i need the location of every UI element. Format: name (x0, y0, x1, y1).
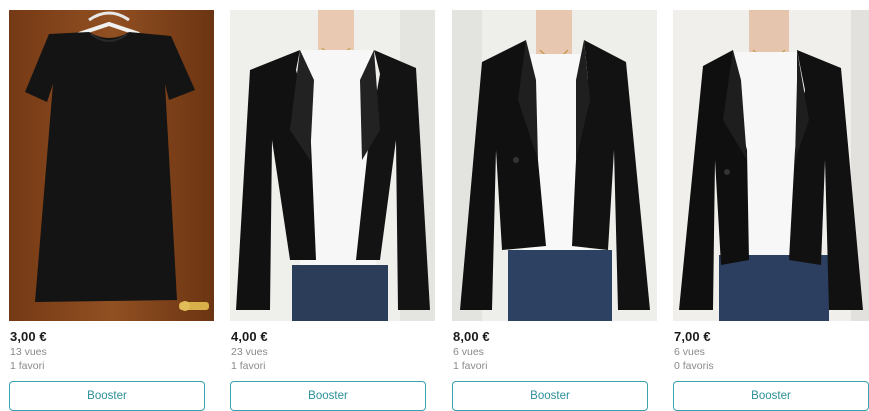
item-photo[interactable] (673, 10, 869, 321)
item-photo[interactable] (230, 10, 435, 321)
item-views: 13 vues (10, 346, 47, 358)
item-card: 3,00 € 13 vues 1 favori Booster (9, 0, 217, 411)
booster-button[interactable]: Booster (673, 381, 869, 411)
item-card: 8,00 € 6 vues 1 favori Booster (452, 0, 660, 411)
booster-button[interactable]: Booster (230, 381, 426, 411)
item-price: 3,00 € (10, 329, 47, 344)
item-grid: 3,00 € 13 vues 1 favori Booster 4,00 € 2… (0, 0, 869, 411)
item-views: 6 vues (674, 346, 705, 358)
item-favorites: 1 favori (10, 360, 45, 372)
item-price: 4,00 € (231, 329, 268, 344)
booster-button[interactable]: Booster (9, 381, 205, 411)
item-photo[interactable] (452, 10, 657, 321)
item-views: 6 vues (453, 346, 484, 358)
item-views: 23 vues (231, 346, 268, 358)
booster-button[interactable]: Booster (452, 381, 648, 411)
item-card: 7,00 € 6 vues 0 favoris Booster (673, 0, 869, 411)
item-price: 8,00 € (453, 329, 490, 344)
item-favorites: 1 favori (453, 360, 488, 372)
item-price: 7,00 € (674, 329, 711, 344)
item-photo[interactable] (9, 10, 214, 321)
item-card: 4,00 € 23 vues 1 favori Booster (230, 0, 438, 411)
item-favorites: 0 favoris (674, 360, 714, 372)
item-favorites: 1 favori (231, 360, 266, 372)
